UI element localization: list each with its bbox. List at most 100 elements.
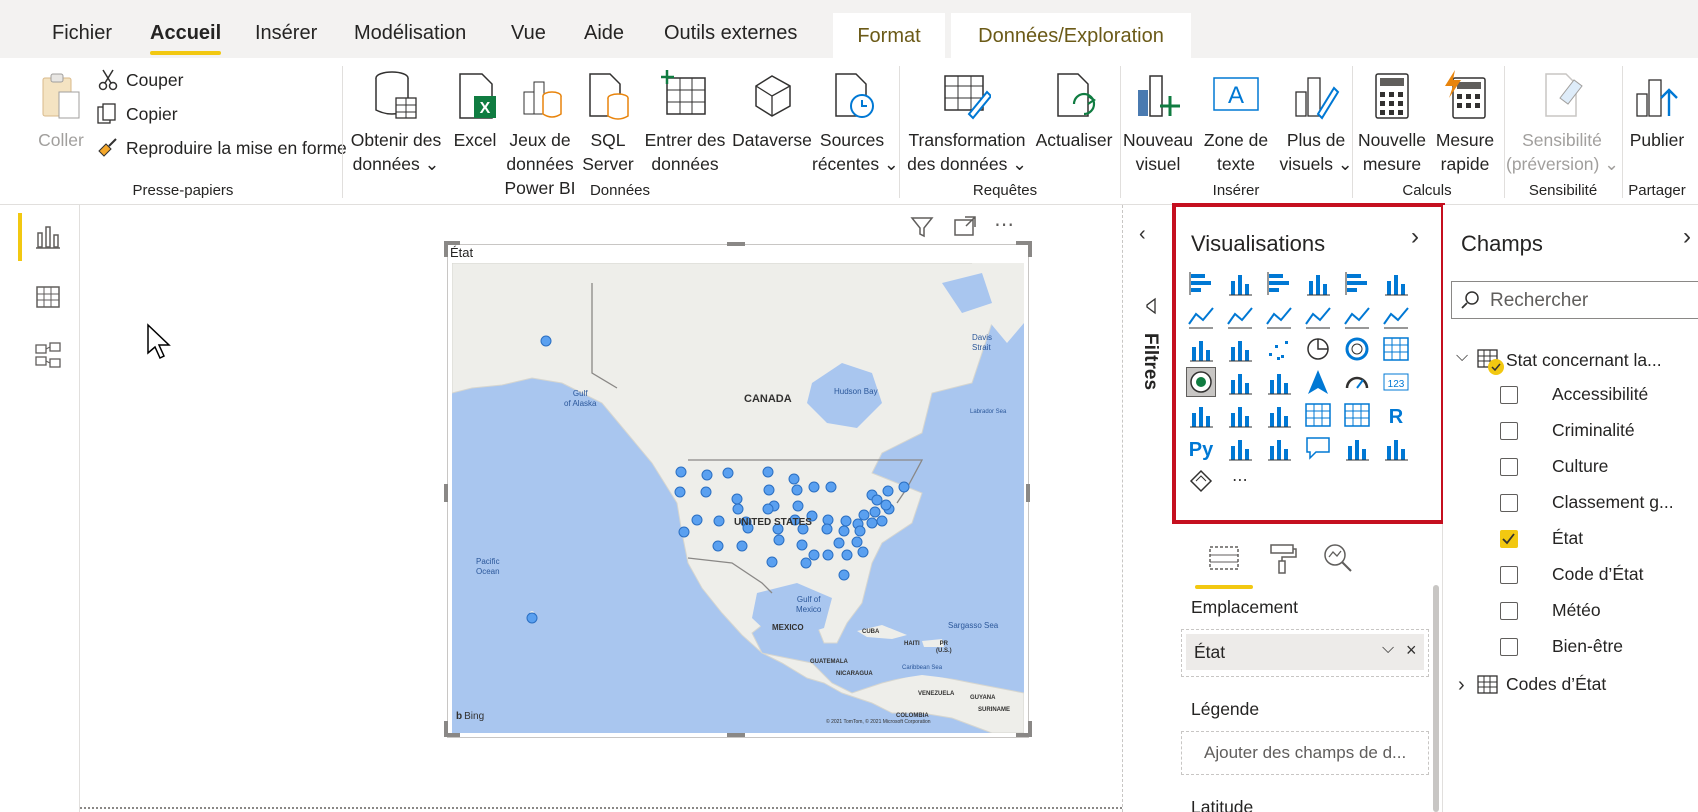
- publish-button[interactable]: Publier: [1624, 70, 1690, 152]
- state-data-point[interactable]: [833, 537, 845, 549]
- field-name[interactable]: Code d’État: [1552, 564, 1643, 585]
- field-checkbox[interactable]: [1500, 566, 1518, 584]
- state-data-point[interactable]: [880, 499, 892, 511]
- sensitivity-button[interactable]: Sensibilité (préversion) ⌄: [1506, 70, 1619, 176]
- state-data-point[interactable]: [838, 525, 850, 537]
- field-name[interactable]: Accessibilité: [1552, 384, 1648, 405]
- tab-external-tools[interactable]: Outils externes: [664, 22, 797, 45]
- field-checkbox[interactable]: [1500, 422, 1518, 440]
- table-name-state-codes[interactable]: Codes d’État: [1506, 674, 1606, 695]
- get-data-button[interactable]: Obtenir des données ⌄: [346, 70, 446, 176]
- table-name-stats[interactable]: Stat concernant la...: [1506, 350, 1662, 371]
- resize-handle[interactable]: [444, 484, 448, 502]
- field-checkbox[interactable]: [1500, 602, 1518, 620]
- state-data-point[interactable]: [871, 494, 883, 506]
- sql-server-button[interactable]: SQL Server: [582, 70, 634, 176]
- tab-data-drill[interactable]: Données/Exploration: [951, 13, 1191, 59]
- field-name[interactable]: Criminalité: [1552, 420, 1635, 441]
- analytics-magnifier-icon[interactable]: [1321, 541, 1355, 575]
- state-data-point[interactable]: [701, 469, 713, 481]
- field-name[interactable]: Culture: [1552, 456, 1608, 477]
- tab-modeling[interactable]: Modélisation: [354, 22, 466, 45]
- tab-fields-well[interactable]: [1193, 537, 1255, 589]
- tab-insert[interactable]: Insérer: [255, 22, 317, 45]
- state-data-point[interactable]: [882, 485, 894, 497]
- paste-button[interactable]: Coller: [36, 70, 86, 152]
- state-data-point[interactable]: [722, 467, 734, 479]
- state-data-point[interactable]: [713, 515, 725, 527]
- transform-data-button[interactable]: Transformation des données ⌄: [904, 70, 1030, 176]
- tab-format[interactable]: Format: [833, 13, 945, 59]
- cut-button[interactable]: Couper: [98, 69, 183, 91]
- state-data-point[interactable]: [700, 486, 712, 498]
- more-options-icon[interactable]: ⋯: [994, 212, 1015, 237]
- remove-field-icon[interactable]: ×: [1406, 640, 1417, 661]
- field-checkbox[interactable]: [1500, 638, 1518, 656]
- dataverse-button[interactable]: Dataverse: [732, 70, 812, 152]
- recent-sources-button[interactable]: Sources récentes ⌄: [812, 70, 899, 176]
- resize-handle[interactable]: [1028, 721, 1032, 737]
- state-data-point[interactable]: [766, 556, 778, 568]
- field-checkbox[interactable]: [1500, 386, 1518, 404]
- state-data-point[interactable]: [788, 473, 800, 485]
- state-data-point[interactable]: [540, 335, 552, 347]
- state-data-point[interactable]: [773, 534, 785, 546]
- format-paint-roller-icon[interactable]: [1265, 541, 1299, 575]
- copy-button[interactable]: Copier: [96, 103, 178, 125]
- state-data-point[interactable]: [851, 536, 863, 548]
- more-visuals-button[interactable]: Plus de visuels ⌄: [1278, 70, 1354, 176]
- model-view-icon[interactable]: [34, 341, 62, 369]
- excel-button[interactable]: X Excel: [452, 70, 498, 152]
- state-data-point[interactable]: [796, 539, 808, 551]
- new-visual-button[interactable]: Nouveau visuel: [1122, 70, 1194, 176]
- text-box-button[interactable]: A Zone de texte: [1198, 70, 1274, 176]
- state-data-point[interactable]: [675, 466, 687, 478]
- field-name[interactable]: Météo: [1552, 600, 1601, 621]
- state-data-point[interactable]: [763, 484, 775, 496]
- search-input[interactable]: Rechercher: [1451, 281, 1698, 319]
- filter-icon[interactable]: [910, 215, 934, 239]
- state-data-point[interactable]: [841, 549, 853, 561]
- field-checkbox[interactable]: [1500, 458, 1518, 476]
- state-data-point[interactable]: [898, 481, 910, 493]
- state-data-point[interactable]: [691, 514, 703, 526]
- field-checkbox[interactable]: [1500, 530, 1518, 548]
- location-field-chip[interactable]: État ⌵ ×: [1186, 634, 1424, 670]
- state-data-point[interactable]: [821, 523, 833, 535]
- tab-view[interactable]: Vue: [511, 22, 546, 45]
- state-data-point[interactable]: [838, 569, 850, 581]
- resize-handle[interactable]: [727, 733, 745, 737]
- state-data-point[interactable]: [854, 525, 866, 537]
- field-name[interactable]: Bien-être: [1552, 636, 1623, 657]
- state-data-point[interactable]: [678, 526, 690, 538]
- chevron-down-icon[interactable]: ⌵: [1382, 640, 1394, 658]
- field-name[interactable]: État: [1552, 528, 1583, 549]
- state-data-point[interactable]: [762, 503, 774, 515]
- report-view-icon[interactable]: [34, 223, 62, 251]
- format-painter-button[interactable]: Reproduire la mise en forme: [96, 137, 347, 159]
- quick-measure-button[interactable]: Mesure rapide: [1432, 70, 1498, 176]
- resize-handle[interactable]: [444, 241, 448, 257]
- state-data-point[interactable]: [792, 500, 804, 512]
- state-data-point[interactable]: [791, 484, 803, 496]
- enter-data-button[interactable]: Entrer des données: [640, 70, 730, 176]
- field-name[interactable]: Classement g...: [1552, 492, 1674, 513]
- tab-file[interactable]: Fichier: [52, 22, 112, 45]
- state-data-point[interactable]: [857, 546, 869, 558]
- data-view-icon[interactable]: [34, 283, 62, 311]
- state-data-point[interactable]: [526, 612, 538, 624]
- expand-right-icon[interactable]: ›: [1683, 223, 1691, 251]
- state-data-point[interactable]: [876, 515, 888, 527]
- location-well[interactable]: État ⌵ ×: [1181, 629, 1429, 677]
- resize-handle[interactable]: [727, 242, 745, 246]
- collapse-left-icon[interactable]: ‹: [1139, 223, 1146, 246]
- refresh-button[interactable]: Actualiser: [1034, 70, 1114, 152]
- resize-handle[interactable]: [444, 721, 448, 737]
- new-measure-button[interactable]: Nouvelle mesure: [1356, 70, 1428, 176]
- filters-pane-collapsed[interactable]: ‹ Filtres: [1122, 205, 1175, 812]
- tab-home[interactable]: Accueil: [150, 22, 222, 55]
- state-data-point[interactable]: [736, 540, 748, 552]
- pane-scrollbar[interactable]: [1433, 585, 1439, 812]
- chevron-down-icon[interactable]: ⌵: [1456, 348, 1468, 366]
- state-data-point[interactable]: [731, 493, 743, 505]
